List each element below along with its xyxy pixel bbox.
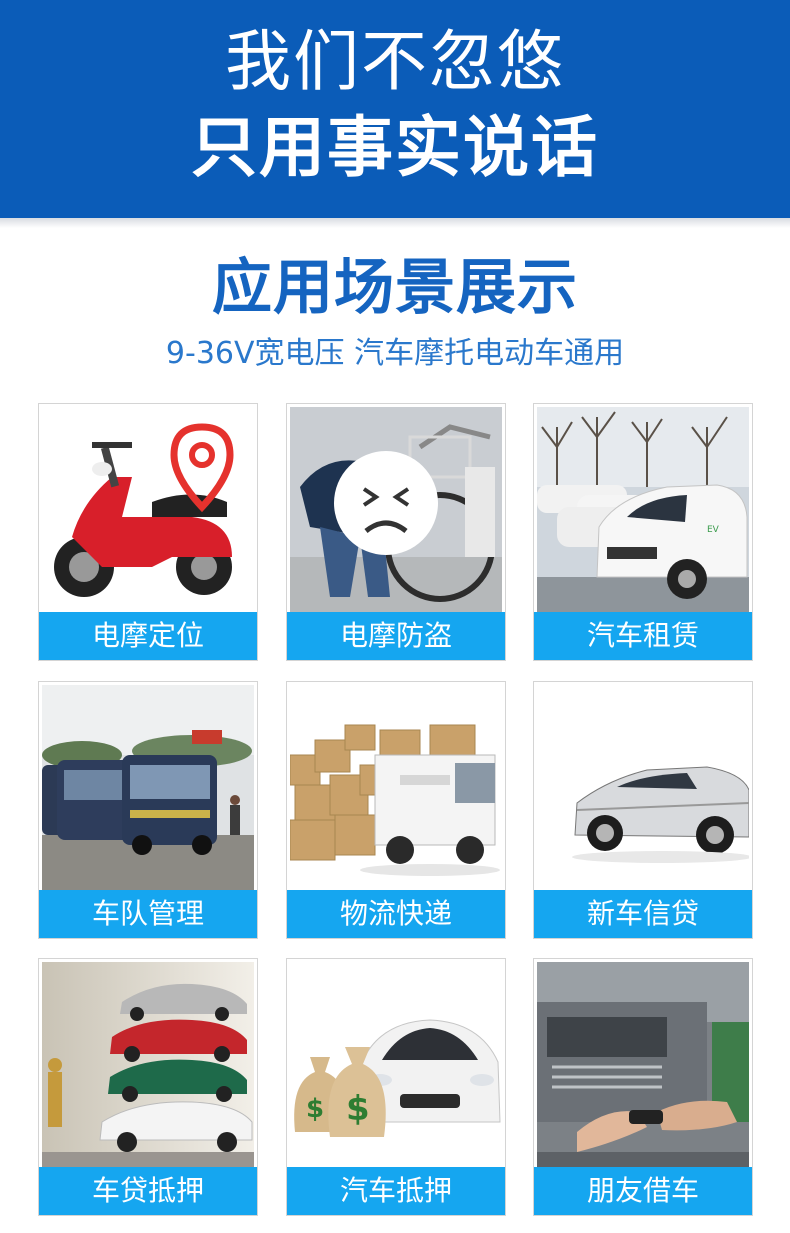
header-banner: 我们不忽悠 只用事实说话: [0, 0, 790, 218]
car-key-handover-image: [537, 962, 749, 1168]
scenario-card-new-car: 新车信贷: [533, 681, 753, 939]
section-subtitle: 9-36V宽电压 汽车摩托电动车通用: [165, 336, 625, 371]
scenario-card-logistics: 物流快递: [286, 681, 506, 939]
banner-headline: 我们不忽悠: [225, 23, 565, 100]
scenario-label: 物流快递: [287, 890, 505, 938]
banner-slogan: 只用事实说话: [191, 109, 599, 186]
scenario-label: 汽车抵押: [287, 1167, 505, 1215]
scenario-card-scooter-theft: 电摩防盗: [286, 403, 506, 661]
car-stack-image: [42, 962, 254, 1168]
scenario-card-scooter-location: 电摩定位: [38, 403, 258, 661]
logistics-truck-image: [290, 685, 502, 891]
money-car-image: $ $: [290, 962, 502, 1168]
scenario-card-fleet: 车队管理: [38, 681, 258, 939]
banner-divider: [0, 218, 790, 228]
scenario-label: 车贷抵押: [39, 1167, 257, 1215]
car-rental-image: EV: [537, 407, 749, 613]
scenario-card-car-mortgage: $ $ 汽车抵押: [286, 958, 506, 1216]
section-title: 应用场景展示: [212, 253, 578, 323]
scenario-label: 车队管理: [39, 890, 257, 938]
scenario-label: 电摩防盗: [287, 612, 505, 660]
scenario-label: 汽车租赁: [534, 612, 752, 660]
scenario-card-car-loan: 车贷抵押: [38, 958, 258, 1216]
svg-text:$: $: [306, 1094, 324, 1124]
scooter-location-image: [42, 407, 254, 613]
bus-fleet-image: [42, 685, 254, 891]
scenario-card-borrow-car: 朋友借车: [533, 958, 753, 1216]
new-car-image: [537, 685, 749, 891]
svg-text:$: $: [346, 1089, 370, 1129]
scenario-label: 朋友借车: [534, 1167, 752, 1215]
scooter-theft-image: [290, 407, 502, 613]
scenario-card-car-rental: EV 汽车租赁: [533, 403, 753, 661]
scenario-label: 电摩定位: [39, 612, 257, 660]
svg-text:EV: EV: [707, 525, 720, 535]
scenario-label: 新车信贷: [534, 890, 752, 938]
